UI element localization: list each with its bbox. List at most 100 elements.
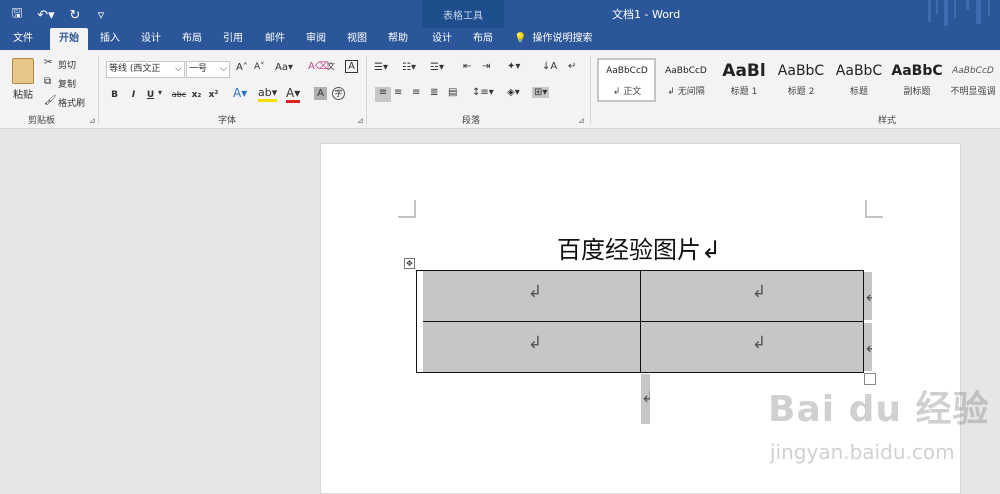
font-launcher-icon[interactable]: ⊿ [357,116,364,125]
distributed-icon[interactable]: ▤ [448,87,457,98]
margin-corner-mark [398,200,416,218]
style-label: ↲ 正文 [612,87,642,97]
bold-button[interactable]: B [108,88,121,102]
numbering-icon[interactable]: ☷▾ [402,62,416,73]
font-size-combo[interactable]: 一号 ⌵ [186,61,230,78]
character-shading-icon[interactable]: A [314,87,327,100]
tab-insert[interactable]: 插入 [92,28,128,50]
phonetic-guide-icon[interactable]: 文 [327,61,335,72]
copy-icon[interactable]: ⧉ [44,76,51,87]
tab-file[interactable]: 文件 [4,28,42,50]
style-preview: AaBbC [835,63,883,79]
format-painter-button[interactable]: 格式刷 [58,96,85,109]
style-label: 标题 2 [787,87,815,97]
undo-icon[interactable]: ↶▾ [34,8,58,23]
style-label: 副标题 [903,87,931,97]
clear-formatting-icon[interactable]: A⌫ [308,61,329,72]
style-preview: AaBbCcD [952,66,994,76]
redo-icon[interactable]: ↻ [66,8,84,23]
tab-review[interactable]: 审阅 [298,28,334,50]
group-separator [590,56,591,124]
tab-layout[interactable]: 布局 [174,28,210,50]
style-subtle-emphasis[interactable]: AaBbCcD 不明显强调 [946,58,1000,102]
watermark-url: jingyan.baidu.com [770,440,955,464]
shrink-font-icon[interactable]: A˅ [254,62,265,72]
style-preview: AaBbCcD [665,66,707,76]
document-heading[interactable]: 百度经验图片↲ [557,230,721,265]
tab-home[interactable]: 开始 [50,28,88,50]
tell-me-search[interactable]: 💡 操作说明搜索 [514,28,614,50]
style-preview: AaBbC [777,63,825,79]
shading-icon[interactable]: ◈▾ [507,87,520,98]
cell-end-mark: ↲ [752,333,767,353]
text-effects-icon[interactable]: A▾ [233,86,247,100]
save-icon[interactable]: 🖫 [8,4,26,26]
grow-font-icon[interactable]: A˄ [236,62,248,73]
tab-help[interactable]: 帮助 [380,28,416,50]
tab-references[interactable]: 引用 [215,28,251,50]
decrease-indent-icon[interactable]: ⇤ [463,61,471,72]
row-end-mark: ↲ [864,272,872,320]
enclose-characters-icon[interactable]: 字 [332,87,345,100]
align-right-icon[interactable]: ≡ [412,87,420,98]
titlebar-decoration [928,0,990,26]
line-spacing-icon[interactable]: ↕≡▾ [472,87,494,98]
style-title[interactable]: AaBbC 标题 [831,58,887,102]
clipboard-group-label: 剪贴板 [28,116,56,126]
style-subtitle[interactable]: AaBbC 副标题 [889,58,945,102]
cut-button[interactable]: 剪切 [58,58,76,71]
style-preview: AaBbCcD [606,66,648,76]
style-normal[interactable]: AaBbCcD ↲ 正文 [599,58,655,102]
tab-view[interactable]: 视图 [339,28,375,50]
copy-button[interactable]: 复制 [58,77,76,90]
style-no-spacing[interactable]: AaBbCcD ↲ 无间隔 [658,58,714,102]
italic-button[interactable]: I [127,88,140,102]
subscript-button[interactable]: x₂ [190,88,203,102]
align-left-icon[interactable]: ≡ [375,87,391,102]
tab-table-layout[interactable]: 布局 [465,28,501,50]
style-heading-2[interactable]: AaBbC 标题 2 [773,58,829,102]
borders-icon[interactable]: ⊞▾ [532,87,550,98]
format-painter-icon[interactable]: 🖌 [44,95,57,106]
style-label: 标题 [849,87,868,97]
document-table[interactable]: ↲ ↲ ↲ ↲ [416,270,864,373]
paste-icon[interactable] [12,58,34,84]
paste-button-label[interactable]: 粘贴 [13,86,33,101]
font-color-icon[interactable]: A▾ [286,86,301,103]
strikethrough-button[interactable]: abc [170,88,188,102]
group-separator [366,56,367,124]
asian-layout-icon[interactable]: ✦▾ [507,61,520,72]
customize-qat-icon[interactable]: ▿ [92,8,110,23]
watermark-logo: Bai du 经验 [768,389,990,430]
clipboard-launcher-icon[interactable]: ⊿ [89,116,96,125]
font-name-combo[interactable]: 等线 (西文正 ⌵ [106,61,185,78]
change-case-icon[interactable]: Aa▾ [275,62,293,73]
sort-icon[interactable]: ↓A [542,61,557,72]
superscript-button[interactable]: x² [207,88,220,102]
styles-group-label: 样式 [878,116,897,126]
tab-table-design[interactable]: 设计 [424,28,460,50]
font-name-value: 等线 (西文正 [109,64,161,74]
tab-mailings[interactable]: 邮件 [257,28,293,50]
justify-icon[interactable]: ≣ [430,87,438,98]
character-border-icon[interactable]: A [345,60,358,73]
quick-access-toolbar: 🖫 ↶▾ ↻ ▿ [8,4,110,26]
multilevel-list-icon[interactable]: ☲▾ [430,62,444,73]
bullets-icon[interactable]: ☰▾ [374,62,388,73]
show-marks-icon[interactable]: ↵ [568,61,576,72]
align-center-icon[interactable]: ≡ [394,87,402,98]
cell-end-mark: ↲ [528,333,543,353]
tab-design[interactable]: 设计 [133,28,169,50]
chevron-down-icon[interactable]: ▾ [158,88,162,97]
group-separator [98,56,99,124]
table-move-handle[interactable]: ✥ [404,258,415,269]
highlight-color-icon[interactable]: ab▾ [258,86,278,102]
cut-icon[interactable]: ✂ [44,57,52,68]
paragraph-launcher-icon[interactable]: ⊿ [578,116,585,125]
font-group-label: 字体 [218,116,237,126]
row-end-mark: ↲ [864,323,872,371]
underline-button[interactable]: U [144,88,157,102]
style-heading-1[interactable]: AaBl 标题 1 [716,58,772,102]
increase-indent-icon[interactable]: ⇥ [482,61,490,72]
chevron-down-icon: ⌵ [175,64,182,74]
